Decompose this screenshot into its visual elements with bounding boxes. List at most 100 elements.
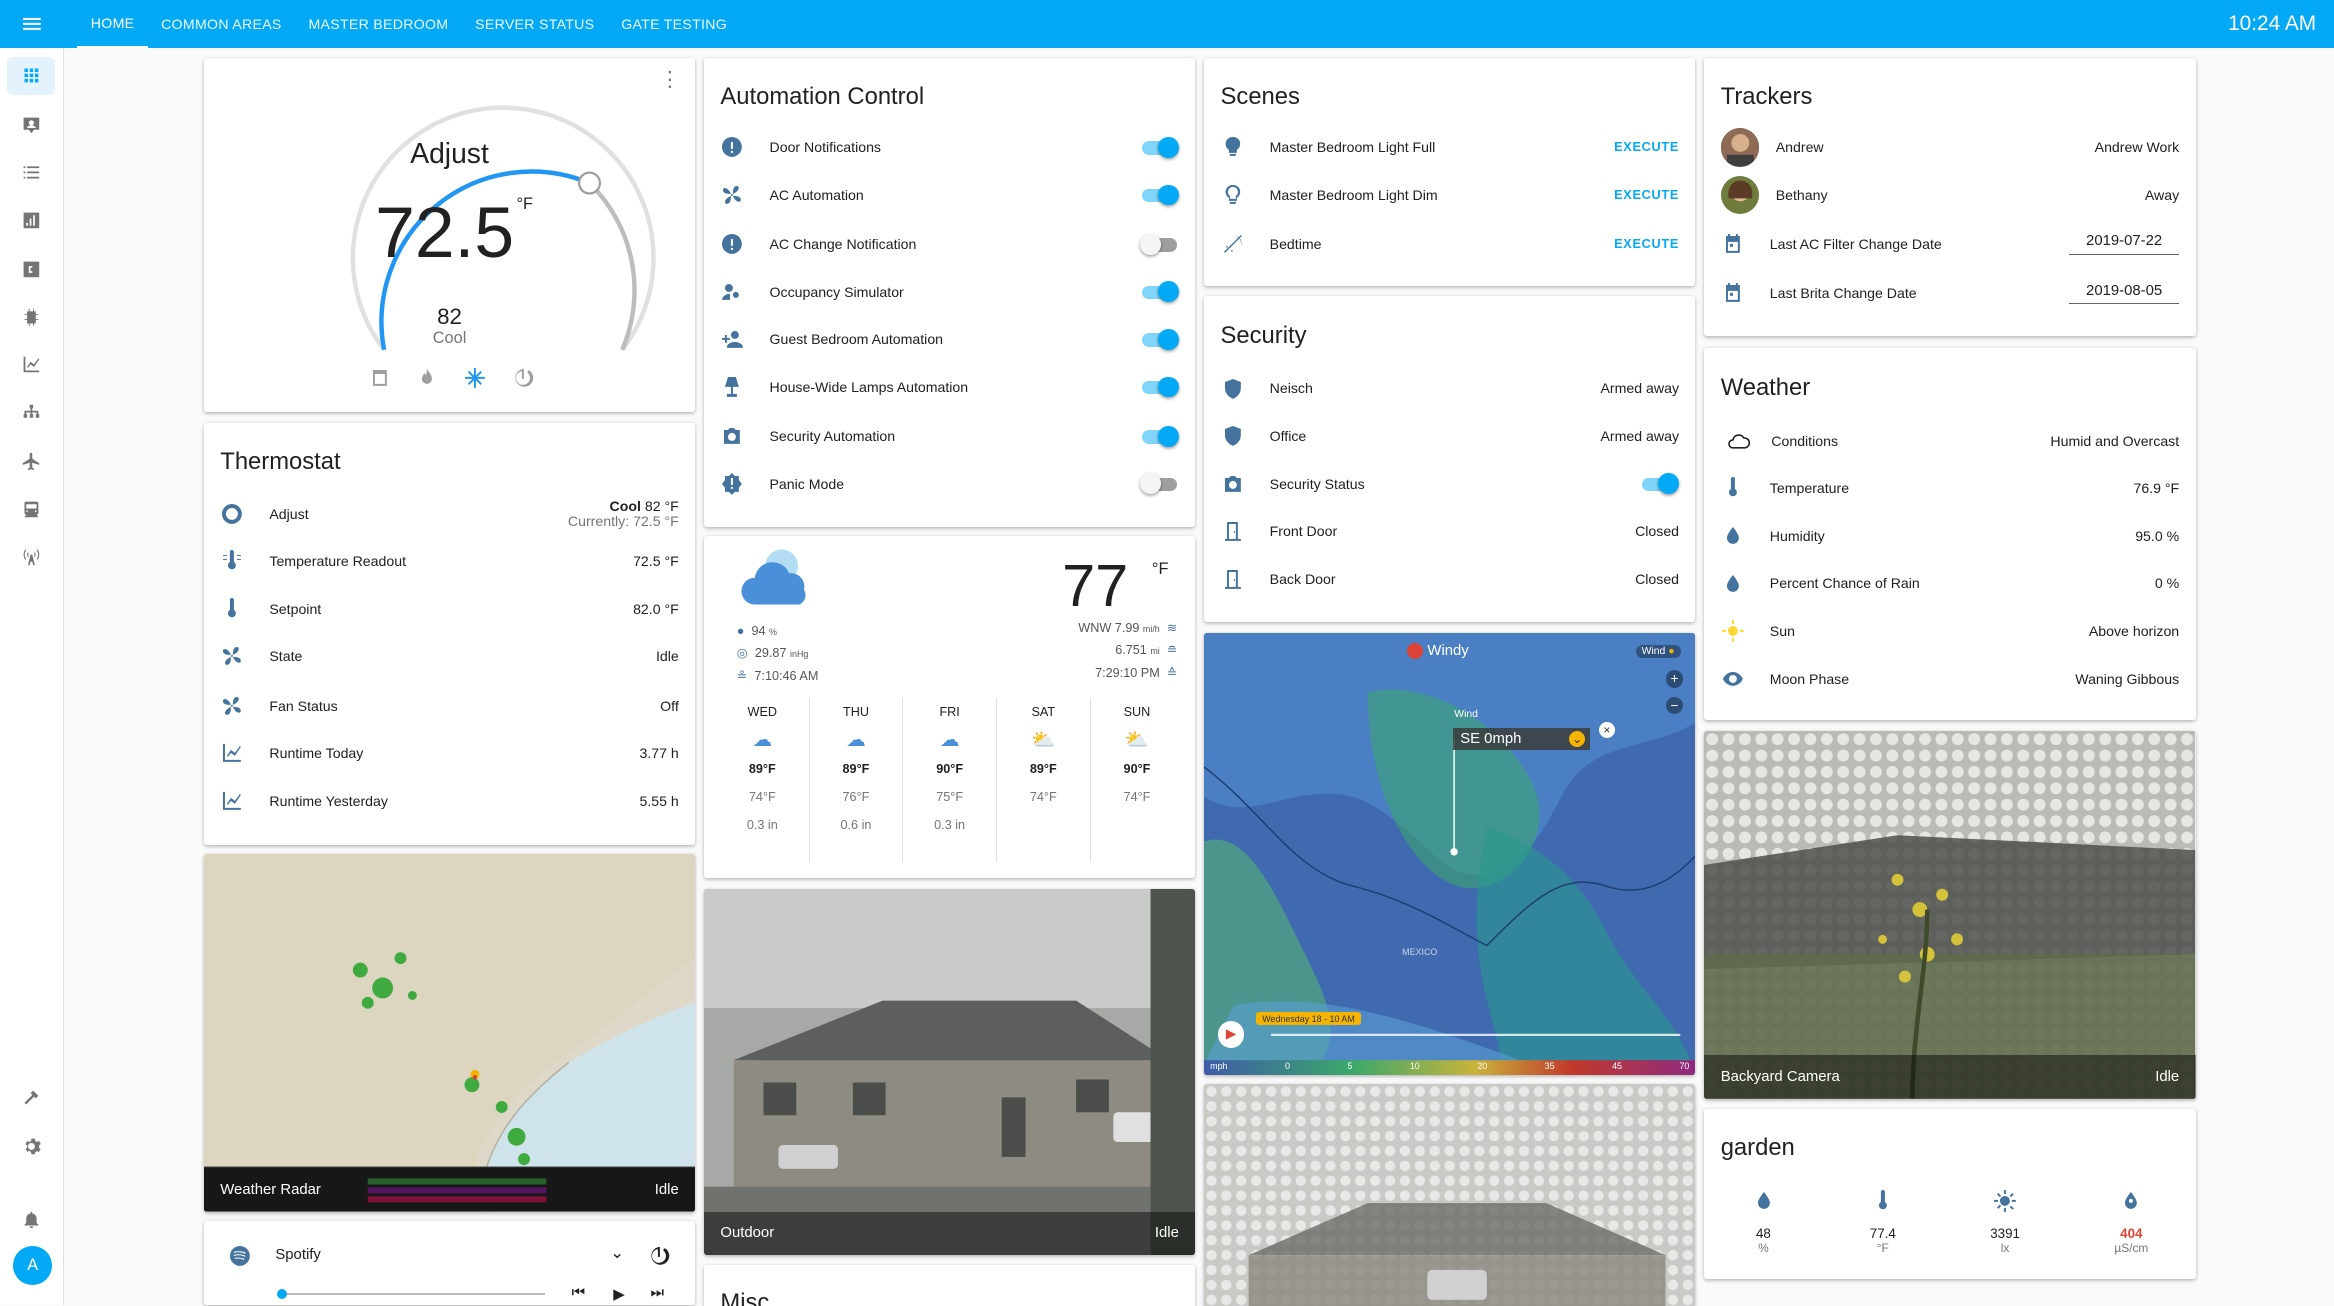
security-row[interactable]: Back Door Closed: [1221, 564, 1679, 594]
scene-row[interactable]: Master Bedroom Light Dim EXECUTE: [1221, 180, 1679, 210]
weather-row[interactable]: Percent Chance of Rain 0 %: [1721, 569, 2179, 599]
train-icon[interactable]: [7, 490, 55, 529]
garden-sensor-illuminance[interactable]: 3391 lx: [1990, 1189, 2020, 1255]
weather-row[interactable]: Conditions Humid and Overcast: [1721, 426, 2179, 456]
thermostat-row-fan[interactable]: Fan Status Off: [220, 691, 679, 721]
avatar[interactable]: A: [13, 1245, 53, 1285]
outdoor-camera-card[interactable]: Outdoor Idle: [704, 888, 1196, 1255]
power-icon[interactable]: [647, 1244, 671, 1268]
scene-row[interactable]: Master Bedroom Light Full EXECUTE: [1221, 132, 1679, 162]
account-plus-icon: [720, 327, 744, 351]
automation-row[interactable]: Door Notifications: [720, 132, 1179, 162]
tab-master-bedroom[interactable]: MASTER BEDROOM: [295, 0, 462, 48]
weather-row[interactable]: Temperature 76.9 °F: [1721, 473, 2179, 503]
chevron-down-icon[interactable]: ⌄: [610, 1243, 624, 1263]
thermostat-row-runtime-today[interactable]: Runtime Today 3.77 h: [220, 738, 679, 768]
chip-icon[interactable]: [7, 298, 55, 337]
tab-server-status[interactable]: SERVER STATUS: [462, 0, 608, 48]
windy-layer-picker[interactable]: Wind ●: [1635, 644, 1681, 659]
automation-row[interactable]: Panic Mode: [720, 469, 1178, 499]
automation-row[interactable]: AC Change Notification: [720, 229, 1178, 259]
weather-radar-card[interactable]: Weather Radar Idle: [203, 854, 696, 1212]
person-avatar-bethany: [1720, 175, 1760, 215]
weather-row[interactable]: Humidity 95.0 %: [1721, 521, 2179, 551]
execute-button[interactable]: EXECUTE: [1614, 140, 1679, 154]
security-row[interactable]: Front Door Closed: [1221, 517, 1679, 547]
fire-icon[interactable]: [415, 366, 439, 390]
menu-icon[interactable]: [0, 0, 64, 48]
tab-home[interactable]: HOME: [77, 0, 148, 48]
security-row[interactable]: Neisch Armed away: [1221, 374, 1679, 404]
radio-tower-icon[interactable]: [7, 537, 55, 576]
hierarchy-icon[interactable]: [7, 394, 55, 433]
garden-sensor-conductivity[interactable]: 404 µS/cm: [2114, 1189, 2148, 1255]
automation-row[interactable]: AC Automation: [720, 180, 1179, 210]
previous-track-icon[interactable]: ⏮: [572, 1285, 585, 1301]
automation-row[interactable]: Occupancy Simulator: [720, 277, 1179, 307]
automation-toggle[interactable]: [1140, 281, 1179, 303]
tracker-row[interactable]: Last Brita Change Date 2019-08-05: [1721, 278, 2180, 308]
thermostat-row-readout[interactable]: Temperature Readout 72.5 °F: [220, 546, 679, 576]
automation-toggle[interactable]: [1140, 136, 1179, 158]
snowflake-icon[interactable]: [463, 366, 487, 390]
gear-icon[interactable]: [7, 1127, 55, 1166]
weather-row[interactable]: Sun Above horizon: [1721, 616, 2179, 646]
timeline-label[interactable]: Wednesday 18 - 10 AM: [1256, 1012, 1361, 1026]
dial-handle: [577, 171, 601, 195]
front-camera-card[interactable]: [1204, 1083, 1696, 1306]
automation-row[interactable]: Security Automation: [720, 421, 1179, 451]
garden-sensor-temperature[interactable]: 77.4 °F: [1870, 1189, 1896, 1255]
execute-button[interactable]: EXECUTE: [1614, 188, 1679, 202]
airplane-icon[interactable]: [7, 442, 55, 481]
tab-gate-testing[interactable]: GATE TESTING: [608, 0, 741, 48]
security-row[interactable]: Office Armed away: [1221, 421, 1679, 451]
automation-toggle[interactable]: [1140, 473, 1179, 495]
dashboard-icon[interactable]: [7, 56, 56, 96]
scene-row[interactable]: Bedtime EXECUTE: [1221, 229, 1679, 259]
automation-row[interactable]: Guest Bedroom Automation: [720, 324, 1179, 354]
security-row[interactable]: Security Status: [1221, 469, 1680, 499]
thermostat-row-setpoint[interactable]: Setpoint 82.0 °F: [220, 594, 679, 624]
volume-handle[interactable]: [276, 1289, 288, 1300]
list-icon[interactable]: [7, 153, 55, 192]
automation-toggle[interactable]: [1140, 328, 1179, 350]
calendar-sync-icon[interactable]: [368, 366, 392, 390]
play-icon[interactable]: ▶: [613, 1285, 624, 1303]
bell-icon[interactable]: [7, 1200, 55, 1239]
weather-row[interactable]: Moon Phase Waning Gibbous: [1721, 664, 2179, 694]
thermostat-row-adjust[interactable]: Adjust Cool 82 °F Currently: 72.5 °F: [220, 498, 679, 529]
power-icon[interactable]: [511, 366, 535, 390]
play-icon[interactable]: ▶: [1217, 1021, 1245, 1048]
weather-forecast-card[interactable]: ● 94 % ◎ 29.87 inHg ≗ 7:10:46 AM 77 °F W…: [704, 535, 1196, 879]
security-toggle[interactable]: [1640, 473, 1680, 495]
automation-toggle[interactable]: [1140, 425, 1179, 447]
volume-slider[interactable]: [282, 1293, 545, 1295]
date-input[interactable]: 2019-07-22: [2069, 233, 2180, 255]
automation-row[interactable]: House-Wide Lamps Automation: [720, 372, 1179, 402]
tracker-row[interactable]: Bethany Away: [1720, 175, 2179, 215]
thermostat-row-runtime-yesterday[interactable]: Runtime Yesterday 5.55 h: [220, 786, 679, 816]
account-box-icon[interactable]: [7, 106, 55, 145]
windy-map-card[interactable]: Windy Wind ● + − Wind SE 0mph ⌄ × MEXICO …: [1204, 632, 1696, 1075]
chart-line-icon[interactable]: [7, 345, 55, 384]
automation-toggle[interactable]: [1140, 376, 1179, 398]
front-camera-image: [1204, 1083, 1696, 1306]
date-input[interactable]: 2019-08-05: [2069, 283, 2180, 304]
execute-button[interactable]: EXECUTE: [1614, 237, 1679, 251]
next-track-icon[interactable]: ⏭: [650, 1285, 663, 1301]
chart-bar-icon[interactable]: [7, 201, 55, 240]
tracker-row[interactable]: Last AC Filter Change Date 2019-07-22: [1721, 229, 2180, 259]
automation-toggle[interactable]: [1140, 233, 1179, 255]
zoom-in-button[interactable]: +: [1665, 669, 1684, 688]
backyard-camera-card[interactable]: Backyard Camera Idle: [1704, 730, 2196, 1099]
wind-picker[interactable]: SE 0mph ⌄: [1452, 727, 1590, 751]
automation-toggle[interactable]: [1140, 184, 1179, 206]
cloud-icon: [1721, 429, 1757, 453]
forecast-sunrise: 7:10:46 AM: [754, 668, 819, 683]
garden-sensor-moisture[interactable]: 48%: [1752, 1189, 1776, 1255]
tracker-row[interactable]: Andrew Andrew Work: [1720, 128, 2179, 167]
thermostat-row-state[interactable]: State Idle: [220, 642, 679, 672]
tab-common-areas[interactable]: COMMON AREAS: [148, 0, 295, 48]
hammer-icon[interactable]: [7, 1079, 55, 1118]
calendar-icon[interactable]: [7, 250, 55, 289]
